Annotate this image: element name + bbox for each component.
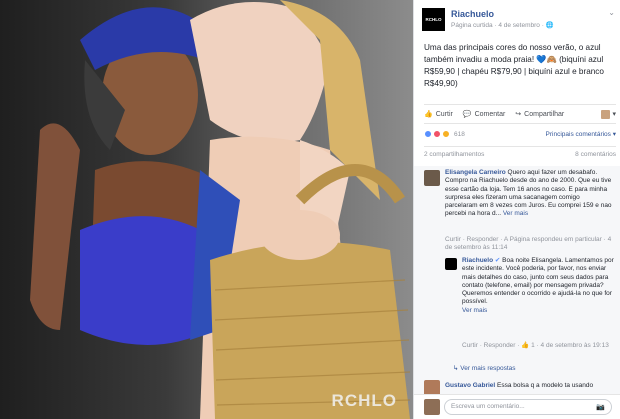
like-reaction-icon bbox=[424, 130, 432, 138]
comment-sort-dropdown[interactable]: Principais comentários ▾ bbox=[546, 130, 616, 138]
post-header: RCHLO Riachuelo Página curtida · 4 de se… bbox=[422, 8, 615, 34]
reply-body: Riachuelo ✔ Boa noite Elisangela. Lament… bbox=[462, 257, 614, 315]
photo-illustration bbox=[30, 0, 411, 419]
post-sidebar: RCHLO Riachuelo Página curtida · 4 de se… bbox=[413, 0, 620, 419]
comments-section: Elisangela Carneiro Quero aqui fazer um … bbox=[414, 166, 620, 394]
post-caption: Uma das principais cores do nosso verão,… bbox=[424, 43, 604, 88]
comment-meta: Curtir · Responder · A Página respondeu … bbox=[445, 236, 612, 252]
comment-text: Essa bolsa q a modelo ta usando bbox=[495, 382, 594, 389]
thumbs-up-icon: 👍 bbox=[424, 111, 433, 118]
like-label: Curtir bbox=[435, 110, 453, 118]
comment-body: Gustavo Gabriel Essa bolsa q a modelo ta… bbox=[445, 382, 613, 390]
comment-text: Quero aqui fazer um desabafo. Compro na … bbox=[445, 169, 612, 218]
more-replies-label: Ver mais respostas bbox=[460, 365, 516, 372]
commenter-avatar[interactable] bbox=[424, 380, 440, 394]
comment-button[interactable]: 💬 Comentar bbox=[462, 110, 506, 119]
more-replies-link[interactable]: ↳ Ver mais respostas bbox=[453, 364, 516, 372]
comments-count-link[interactable]: 8 comentários bbox=[575, 151, 616, 158]
commenter-name[interactable]: Elisangela Carneiro bbox=[445, 169, 506, 176]
post-action-bar: 👍 Curtir 💬 Comentar ↪ Compartilhar ▾ bbox=[424, 104, 616, 124]
page-avatar[interactable]: RCHLO bbox=[422, 8, 445, 31]
post-meta: Página curtida · 4 de setembro · 🌐 bbox=[451, 21, 554, 29]
post-photo[interactable]: RCHLO bbox=[0, 0, 413, 419]
reply-text: Boa noite Elisangela. Lamentamos por est… bbox=[462, 257, 614, 306]
comment-input-placeholder: Escreva um comentário... bbox=[451, 403, 525, 410]
caret-down-icon: ▾ bbox=[612, 111, 616, 118]
share-button[interactable]: ↪ Compartilhar bbox=[515, 110, 565, 119]
divider bbox=[424, 146, 616, 147]
shares-comments-row: 2 compartilhamentos 8 comentários bbox=[424, 151, 616, 158]
post-meta-text: Página curtida · 4 de setembro · bbox=[451, 22, 546, 29]
shares-count-link[interactable]: 2 compartilhamentos bbox=[424, 151, 484, 158]
see-more-link[interactable]: Ver mais bbox=[503, 210, 528, 217]
commenter-name[interactable]: Gustavo Gabriel bbox=[445, 382, 495, 389]
share-label: Compartilhar bbox=[524, 110, 565, 118]
like-button[interactable]: 👍 Curtir bbox=[424, 110, 453, 119]
comment-label: Comentar bbox=[474, 110, 506, 118]
user-avatar bbox=[424, 399, 440, 415]
commenter-avatar[interactable] bbox=[424, 170, 440, 186]
comment-body: Elisangela Carneiro Quero aqui fazer um … bbox=[445, 169, 613, 219]
reactions-summary[interactable]: 618 Principais comentários ▾ bbox=[424, 128, 616, 140]
globe-icon: 🌐 bbox=[545, 22, 554, 29]
comment-input[interactable]: Escreva um comentário... 📷 bbox=[444, 399, 612, 415]
comment-composer: Escreva um comentário... 📷 bbox=[414, 394, 620, 419]
chevron-down-icon[interactable]: ⌄ bbox=[608, 8, 615, 17]
page-name-link[interactable]: Riachuelo bbox=[451, 9, 494, 19]
reply-author-name[interactable]: Riachuelo bbox=[462, 257, 493, 264]
user-avatar bbox=[601, 109, 611, 119]
comment-icon: 💬 bbox=[462, 111, 472, 118]
see-more-link-reply[interactable]: Ver mais bbox=[462, 307, 487, 314]
reply-meta: Curtir · Responder · 👍 1 · 4 de setembro… bbox=[462, 342, 609, 349]
brand-watermark: RCHLO bbox=[331, 391, 397, 410]
reaction-count: 618 bbox=[454, 130, 465, 138]
share-icon: ↪ bbox=[515, 111, 522, 118]
wow-reaction-icon bbox=[442, 130, 450, 138]
page-reply-avatar[interactable] bbox=[445, 258, 457, 270]
love-reaction-icon bbox=[433, 130, 441, 138]
share-as-selector[interactable]: ▾ bbox=[601, 109, 616, 119]
camera-icon[interactable]: 📷 bbox=[596, 403, 605, 411]
